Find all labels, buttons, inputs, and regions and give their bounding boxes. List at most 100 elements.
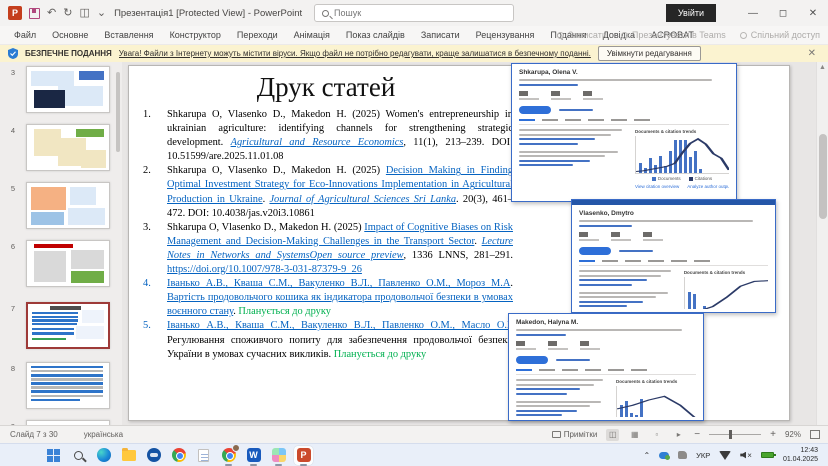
profile-tabs[interactable] <box>579 260 768 266</box>
tray-overflow-chevron-icon[interactable]: ⌃ <box>643 451 650 460</box>
thumbnail-content-block <box>31 366 103 369</box>
ribbon-tab[interactable]: Показ слайдів <box>338 27 413 43</box>
documents-list <box>579 270 676 309</box>
customize-qat-chevron-icon[interactable]: ⌄ <box>97 8 106 19</box>
slide-thumbnail[interactable] <box>26 362 110 409</box>
wifi-icon[interactable] <box>719 451 731 460</box>
ribbon-right-action[interactable]: Спільний доступ <box>740 30 820 40</box>
slide-thumbnail-row: 8 <box>0 362 110 409</box>
ribbon-tab[interactable]: Анімація <box>286 27 338 43</box>
scrollbar-thumb[interactable] <box>819 134 827 219</box>
powerpoint-logo-icon[interactable]: P <box>8 6 22 20</box>
reading-view-button[interactable]: ▫ <box>650 429 663 441</box>
chrome-button[interactable] <box>169 446 188 465</box>
minimize-button[interactable]: — <box>738 0 768 26</box>
edge-button[interactable] <box>94 446 113 465</box>
zoom-slider-thumb[interactable] <box>729 430 732 439</box>
secondary-action-link[interactable] <box>556 359 590 361</box>
reference-hyperlink[interactable]: Іванько А.В., Кваша С.М., Вакуленко В.Л.… <box>167 278 510 289</box>
reference-hyperlink[interactable]: Agricultural and Resource Economics <box>231 137 404 148</box>
search-input[interactable] <box>334 8 506 18</box>
redo-icon[interactable]: ↻ <box>63 8 72 19</box>
profile-action-button[interactable] <box>579 247 611 255</box>
enable-editing-button[interactable]: Увімкнути редагування <box>598 46 701 61</box>
fit-to-window-icon[interactable] <box>810 430 820 439</box>
slideshow-view-button[interactable]: ▸ <box>672 429 685 441</box>
ribbon-tab[interactable]: Файл <box>6 27 44 43</box>
file-explorer-button[interactable] <box>119 446 138 465</box>
zoom-level[interactable]: 92% <box>785 430 801 439</box>
slide-thumbnail[interactable] <box>26 124 110 171</box>
start-slideshow-icon[interactable]: ◫ <box>79 8 89 19</box>
action-icon <box>557 32 564 39</box>
profile-tabs[interactable] <box>519 119 729 125</box>
protected-view-message-link[interactable]: Увага! Файли з Інтернету можуть містити … <box>119 49 591 58</box>
profile-link-placeholder[interactable] <box>519 84 578 86</box>
slide-indicator[interactable]: Слайд 7 з 30 <box>10 430 58 439</box>
close-button[interactable]: ✕ <box>798 0 828 26</box>
zoom-in-button[interactable]: + <box>770 429 776 440</box>
slide-thumbnail[interactable] <box>26 182 110 229</box>
save-icon[interactable] <box>29 8 40 19</box>
ribbon-tab[interactable]: Записати <box>413 27 468 43</box>
battery-icon[interactable] <box>761 452 774 458</box>
slide-sorter-view-button[interactable]: ▦ <box>628 429 641 441</box>
slide-thumbnail-selected[interactable] <box>26 302 110 349</box>
blue-circle-app-button[interactable] <box>144 446 163 465</box>
normal-view-button[interactable]: ◫ <box>606 429 619 441</box>
zoom-slider[interactable] <box>709 434 761 436</box>
secondary-action-link[interactable] <box>559 109 593 111</box>
notepad-button[interactable] <box>194 446 213 465</box>
profile-action-button[interactable] <box>516 356 548 364</box>
word-button[interactable]: W <box>244 446 263 465</box>
restore-button[interactable]: ◻ <box>768 0 798 26</box>
clock[interactable]: 12:43 01.04.2025 <box>783 446 818 464</box>
notes-toggle[interactable]: Примітки <box>552 430 598 439</box>
thumbnail-panel-scrollbar[interactable] <box>116 72 120 152</box>
slide-thumbnail[interactable] <box>26 240 110 287</box>
ribbon-tab[interactable]: Основне <box>44 27 96 43</box>
slide-thumbnail-row: 3 <box>0 66 110 113</box>
thumbnail-content-block <box>31 187 65 210</box>
ribbon-tab[interactable]: Переходи <box>229 27 286 43</box>
vertical-scrollbar[interactable]: ▲ <box>816 62 828 425</box>
analyze-author-output-link[interactable]: Analyze author output <box>687 184 729 189</box>
undo-icon[interactable]: ↶ <box>47 8 56 19</box>
reference-item: 1.Shkarupa O, Vlasenko D., Makedon H. (2… <box>143 108 513 164</box>
affiliation-placeholder <box>516 329 682 331</box>
scroll-up-arrow-icon[interactable]: ▲ <box>817 62 828 71</box>
chrome-profile-button[interactable] <box>219 446 238 465</box>
start-button[interactable] <box>44 446 63 465</box>
profile-action-button[interactable] <box>519 106 551 114</box>
profile-link-placeholder[interactable] <box>579 225 632 227</box>
ribbon-tab[interactable]: Вставлення <box>96 27 161 43</box>
ribbon-right-action[interactable]: Презентувати в Teams <box>621 30 726 40</box>
profile-tabs[interactable] <box>516 369 696 375</box>
secondary-action-link[interactable] <box>619 250 653 252</box>
reference-hyperlink[interactable]: Journal of Agricultural Sciences Sri Lan… <box>269 194 456 205</box>
sign-in-button[interactable]: Увійти <box>666 4 716 22</box>
zoom-out-button[interactable]: − <box>694 429 700 440</box>
tray-app-icon[interactable] <box>678 451 687 459</box>
ribbon-tab[interactable]: Конструктор <box>162 27 229 43</box>
dismiss-warning-icon[interactable]: ✕ <box>804 48 820 59</box>
ribbon-tab[interactable]: Рецензування <box>468 27 543 43</box>
thumbnail-content-block <box>76 326 104 340</box>
reference-text: . <box>474 236 481 247</box>
reference-hyperlink[interactable]: Вартість продовольчого кошика як індикат… <box>167 292 513 317</box>
thumbnail-content-block <box>31 382 103 385</box>
powerpoint-button[interactable]: P <box>294 446 313 465</box>
taskbar-search-button[interactable] <box>69 446 88 465</box>
search-box[interactable] <box>314 4 514 22</box>
slide-thumbnail[interactable] <box>26 66 110 113</box>
language-switcher[interactable]: УКР <box>696 451 710 460</box>
reference-hyperlink[interactable]: Іванько А.В., Кваша С.М., Вакуленко В.Л.… <box>167 320 513 331</box>
onedrive-icon[interactable] <box>659 452 669 459</box>
language-indicator[interactable]: українська <box>84 430 123 439</box>
volume-muted-icon[interactable]: × <box>740 451 752 460</box>
profile-link-placeholder[interactable] <box>516 334 566 336</box>
view-citation-overview-link[interactable]: View citation overview <box>635 184 679 189</box>
ribbon-right-action[interactable]: Записати <box>557 30 607 40</box>
photos-app-button[interactable] <box>269 446 288 465</box>
reference-hyperlink[interactable]: https://doi.org/10.1007/978-3-031-87379-… <box>167 264 362 275</box>
